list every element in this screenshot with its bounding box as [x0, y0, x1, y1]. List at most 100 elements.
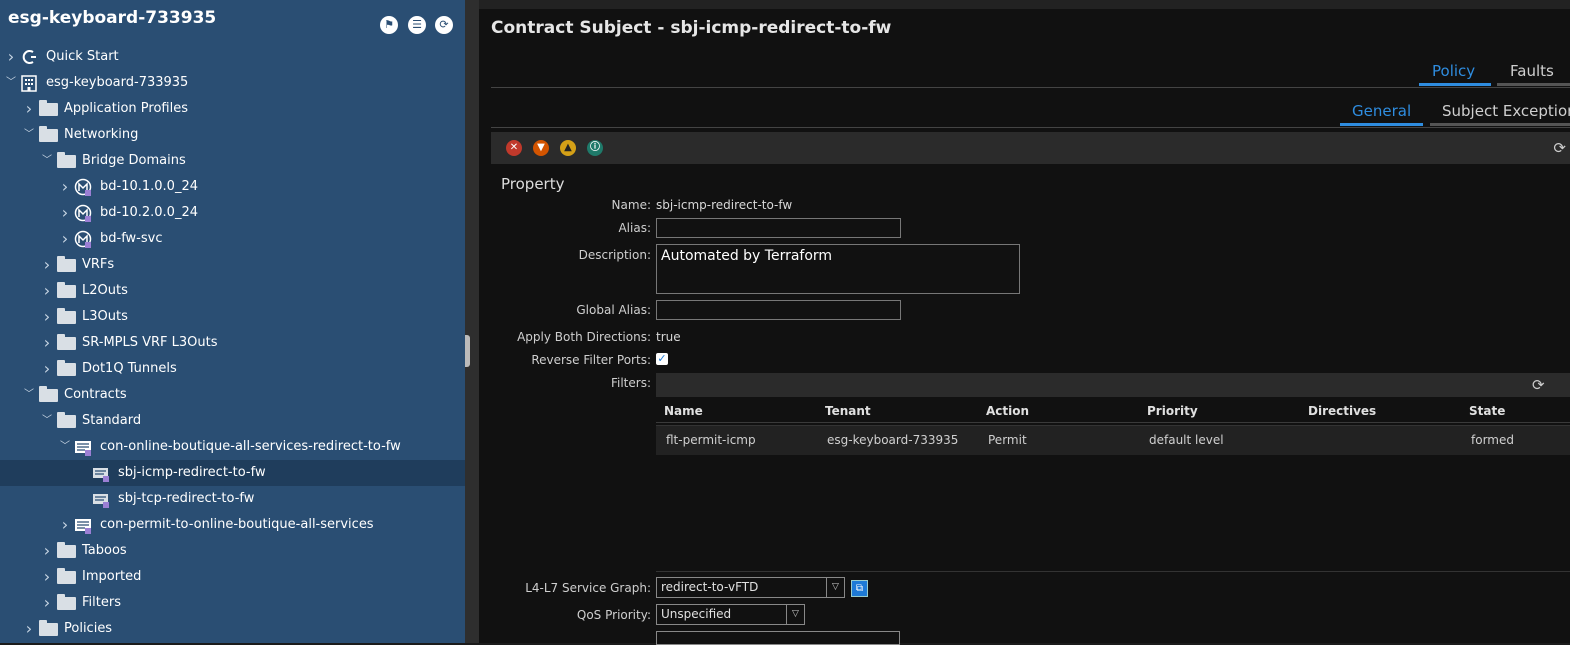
tree-item[interactable]: ﹀ esg-keyboard-733935: [0, 70, 465, 96]
qos-priority-select[interactable]: Unspecified ▽: [656, 604, 805, 625]
tenant-building-icon: [20, 74, 38, 92]
chevron-right-icon[interactable]: ›: [42, 304, 52, 330]
tree-item[interactable]: › bd-fw-svc: [0, 226, 465, 252]
subject-icon: [92, 464, 110, 482]
warning-fault-icon[interactable]: ⓘ: [587, 140, 603, 156]
filters-refresh-icon[interactable]: ⟳: [1532, 376, 1545, 394]
chevron-right-icon[interactable]: ›: [24, 96, 34, 122]
subject-icon: [92, 490, 110, 508]
folder-icon: [57, 308, 76, 324]
chevron-right-icon[interactable]: ›: [42, 330, 52, 356]
chevron-down-icon[interactable]: ▽: [786, 605, 804, 624]
tree-item-label: L2Outs: [82, 283, 128, 298]
tree-item[interactable]: › Taboos: [0, 538, 465, 564]
tree-item[interactable]: › L3Outs: [0, 304, 465, 330]
open-external-icon[interactable]: ⧉: [851, 580, 868, 597]
tree-item[interactable]: › con-permit-to-online-boutique-all-servi…: [0, 512, 465, 538]
tree-item-label: bd-10.2.0.0_24: [100, 205, 198, 220]
tree-item[interactable]: › L2Outs: [0, 278, 465, 304]
chevron-down-icon[interactable]: ﹀: [42, 148, 52, 174]
tree-item[interactable]: › Policies: [0, 616, 465, 642]
tree-item[interactable]: ﹀ Networking: [0, 122, 465, 148]
refresh-icon[interactable]: ⟳: [435, 16, 453, 34]
name-value: sbj-icmp-redirect-to-fw: [656, 198, 793, 212]
service-graph-value: redirect-to-vFTD: [661, 580, 759, 594]
list-filter-icon[interactable]: ☰: [408, 16, 426, 34]
chevron-down-icon[interactable]: ﹀: [24, 122, 34, 148]
column-directives[interactable]: Directives: [1308, 404, 1376, 418]
folder-icon: [57, 412, 76, 428]
chevron-right-icon[interactable]: ›: [60, 226, 70, 252]
chevron-right-icon[interactable]: ›: [60, 200, 70, 226]
tree-item[interactable]: › bd-10.1.0.0_24: [0, 174, 465, 200]
chevron-right-icon[interactable]: ›: [60, 174, 70, 200]
subtab-general[interactable]: General: [1352, 102, 1411, 120]
reverse-filter-ports-checkbox[interactable]: ✓: [656, 353, 668, 365]
qos-priority-value: Unspecified: [661, 607, 732, 621]
tree-item[interactable]: ﹀ Bridge Domains: [0, 148, 465, 174]
chevron-right-icon[interactable]: ›: [60, 512, 70, 538]
bridge-domain-icon: [74, 204, 92, 222]
reverse-filter-ports-label: Reverse Filter Ports:: [531, 353, 651, 367]
chevron-right-icon[interactable]: ›: [24, 616, 34, 642]
chevron-right-icon[interactable]: ›: [6, 44, 16, 70]
flag-icon[interactable]: ⚑: [380, 16, 398, 34]
description-textarea[interactable]: Automated by Terraform: [656, 244, 1020, 294]
tree-item[interactable]: › Application Profiles: [0, 96, 465, 122]
tree-item-label: Filters: [82, 595, 121, 610]
collapse-handle[interactable]: [465, 335, 470, 367]
tree-item[interactable]: › bd-10.2.0.0_24: [0, 200, 465, 226]
tree-item-label: bd-fw-svc: [100, 231, 163, 246]
chevron-right-icon[interactable]: ›: [42, 538, 52, 564]
service-graph-select[interactable]: redirect-to-vFTD ▽: [656, 577, 845, 598]
tree-item[interactable]: ﹀ Standard: [0, 408, 465, 434]
contract-icon: [74, 516, 92, 534]
pane-divider[interactable]: [465, 0, 479, 643]
chevron-right-icon[interactable]: ›: [42, 590, 52, 616]
subtab-divider: [491, 127, 1570, 128]
critical-fault-icon[interactable]: ✕: [506, 140, 522, 156]
chevron-right-icon[interactable]: ›: [42, 356, 52, 382]
column-action[interactable]: Action: [986, 404, 1029, 418]
tree-item[interactable]: › Quick Start: [0, 44, 465, 70]
tree-item[interactable]: sbj-tcp-redirect-to-fw: [0, 486, 465, 512]
column-name[interactable]: Name: [664, 404, 703, 418]
property-heading: Property: [501, 175, 565, 193]
chevron-down-icon[interactable]: ﹀: [60, 434, 70, 460]
tree-item-label: Contracts: [64, 387, 127, 402]
tree-item[interactable]: › Filters: [0, 590, 465, 616]
tree-item[interactable]: ﹀ con-online-boutique-all-services-redire…: [0, 434, 465, 460]
tree-item-label: esg-keyboard-733935: [46, 75, 189, 90]
service-graph-label: L4-L7 Service Graph:: [525, 581, 651, 595]
chevron-right-icon[interactable]: ›: [42, 252, 52, 278]
tree-item[interactable]: › SR-MPLS VRF L3Outs: [0, 330, 465, 356]
chevron-right-icon[interactable]: ›: [42, 564, 52, 590]
column-state[interactable]: State: [1469, 404, 1505, 418]
chevron-down-icon[interactable]: ﹀: [42, 408, 52, 434]
tab-policy[interactable]: Policy: [1432, 62, 1475, 80]
column-tenant[interactable]: Tenant: [825, 404, 871, 418]
alias-input[interactable]: [656, 218, 901, 238]
contract-icon: [74, 438, 92, 456]
chevron-down-icon[interactable]: ﹀: [24, 382, 34, 408]
chevron-right-icon[interactable]: ›: [42, 278, 52, 304]
tree-item[interactable]: › VRFs: [0, 252, 465, 278]
tree-item[interactable]: › Imported: [0, 564, 465, 590]
global-alias-input[interactable]: [656, 300, 901, 320]
subtab-subject-exception[interactable]: Subject Exception: [1442, 102, 1570, 120]
chevron-down-icon[interactable]: ▽: [826, 578, 844, 597]
chevron-down-icon[interactable]: ﹀: [6, 70, 16, 96]
table-row[interactable]: [656, 425, 1570, 455]
tab-faults[interactable]: Faults: [1510, 62, 1554, 80]
folder-icon: [57, 360, 76, 376]
tree-item[interactable]: › Dot1Q Tunnels: [0, 356, 465, 382]
tree-item[interactable]: ﹀ Contracts: [0, 382, 465, 408]
minor-fault-icon[interactable]: ▲: [560, 140, 576, 156]
folder-icon: [39, 126, 58, 142]
tab-policy-underline: [1419, 83, 1491, 86]
column-priority[interactable]: Priority: [1147, 404, 1198, 418]
major-fault-icon[interactable]: ▼: [533, 140, 549, 156]
tree-item[interactable]: sbj-icmp-redirect-to-fw: [0, 460, 465, 486]
tree-item-label: L3Outs: [82, 309, 128, 324]
refresh-icon[interactable]: ⟳: [1553, 139, 1566, 157]
